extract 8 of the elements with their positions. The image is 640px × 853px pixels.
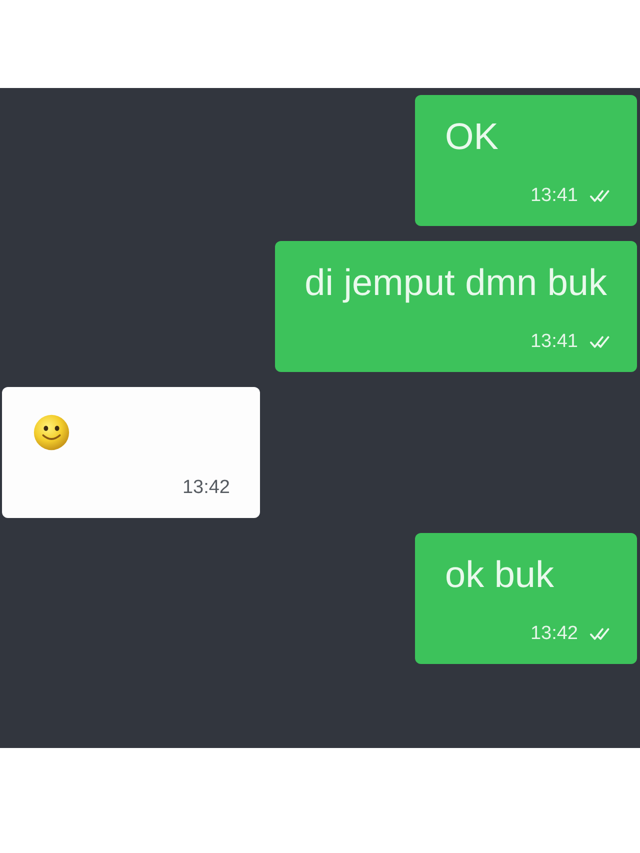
message-text: di jemput dmn buk: [304, 263, 608, 303]
smiley-icon: [33, 414, 70, 451]
message-text: OK: [445, 117, 500, 157]
message-text: ok buk: [445, 555, 556, 595]
message-time: 13:42: [530, 622, 578, 646]
message-time: 13:42: [182, 476, 230, 500]
message-time: 13:41: [530, 330, 578, 354]
message-time: 13:41: [530, 184, 578, 208]
